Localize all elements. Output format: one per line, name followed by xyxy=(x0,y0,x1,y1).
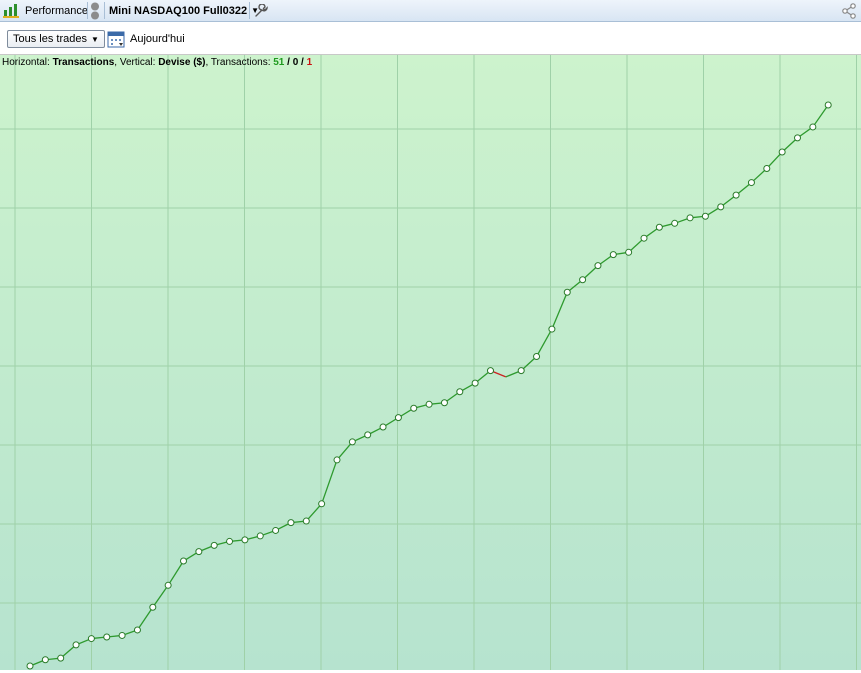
chart-info: Horizontal: Transactions, Vertical: Devi… xyxy=(2,57,312,68)
link-icon[interactable] xyxy=(90,0,100,21)
equity-point[interactable] xyxy=(640,234,648,242)
trade-filter-dropdown[interactable]: Tous les trades ▼ xyxy=(7,30,105,48)
equity-point[interactable] xyxy=(318,500,326,508)
equity-point[interactable] xyxy=(210,541,218,549)
equity-point[interactable] xyxy=(272,526,280,534)
calendar-icon xyxy=(107,31,125,48)
performance-tab-label: Performance xyxy=(25,4,88,17)
toolbar: Tous les trades ▼ Aujourd'hui xyxy=(0,22,861,55)
share-icon[interactable] xyxy=(841,0,857,21)
equity-point[interactable] xyxy=(57,654,65,662)
equity-point[interactable] xyxy=(686,214,694,222)
equity-point[interactable] xyxy=(809,123,817,131)
equity-point[interactable] xyxy=(149,603,157,611)
info-t-prefix: , Transactions: xyxy=(205,57,274,68)
equity-point[interactable] xyxy=(732,191,740,199)
equity-point[interactable] xyxy=(241,536,249,544)
equity-point[interactable] xyxy=(180,557,187,565)
info-slash: / xyxy=(298,57,307,68)
info-v-prefix: , Vertical: xyxy=(114,57,159,68)
equity-point[interactable] xyxy=(410,404,418,412)
strategy-dropdown[interactable]: Mini NASDAQ100 Full0322 ▼ xyxy=(109,0,259,21)
wins-count: 51 xyxy=(273,57,285,68)
equity-point[interactable] xyxy=(164,581,172,589)
performance-chart: Horizontal: Transactions, Vertical: Devi… xyxy=(0,55,861,670)
wrench-icon[interactable] xyxy=(254,0,268,21)
title-bar: Performance Mini NASDAQ100 Full0322 ▼ xyxy=(0,0,861,22)
equity-point[interactable] xyxy=(824,101,832,109)
equity-point[interactable] xyxy=(717,203,725,211)
equity-point[interactable] xyxy=(548,325,556,333)
equity-point[interactable] xyxy=(609,251,617,259)
equity-point[interactable] xyxy=(517,367,525,375)
equity-point[interactable] xyxy=(594,262,602,270)
chart-background xyxy=(0,55,861,670)
equity-point[interactable] xyxy=(256,532,264,540)
equity-point[interactable] xyxy=(425,400,433,408)
equity-point[interactable] xyxy=(625,248,633,256)
equity-point[interactable] xyxy=(226,537,234,545)
equity-point[interactable] xyxy=(287,519,295,527)
equity-point[interactable] xyxy=(103,633,111,641)
equity-point[interactable] xyxy=(26,662,34,670)
equity-point[interactable] xyxy=(333,456,341,464)
equity-point[interactable] xyxy=(794,134,801,142)
equity-point[interactable] xyxy=(87,635,95,643)
info-v-value: Devise ($) xyxy=(158,57,206,68)
equity-point[interactable] xyxy=(195,548,203,556)
equity-point[interactable] xyxy=(72,641,80,649)
bar-chart-icon xyxy=(3,3,19,18)
titlebar-divider xyxy=(104,2,105,19)
equity-point[interactable] xyxy=(533,353,541,361)
equity-point[interactable] xyxy=(471,379,479,387)
equity-point[interactable] xyxy=(579,276,587,284)
equity-point[interactable] xyxy=(394,414,402,422)
equity-point[interactable] xyxy=(348,438,356,446)
equity-point[interactable] xyxy=(487,367,494,375)
equity-point[interactable] xyxy=(763,164,771,172)
today-label: Aujourd'hui xyxy=(130,33,185,45)
info-slash: / xyxy=(284,57,293,68)
equity-point[interactable] xyxy=(563,288,571,296)
performance-tab[interactable]: Performance xyxy=(3,0,88,21)
equity-point[interactable] xyxy=(747,179,755,187)
equity-point[interactable] xyxy=(701,212,709,220)
equity-point[interactable] xyxy=(41,656,49,664)
trade-filter-label: Tous les trades xyxy=(13,33,87,45)
today-button[interactable]: Aujourd'hui xyxy=(107,30,185,48)
chart-svg xyxy=(0,55,861,670)
info-h-prefix: Horizontal: xyxy=(2,57,53,68)
equity-point[interactable] xyxy=(778,148,786,156)
losses-count: 1 xyxy=(306,57,313,68)
strategy-label: Mini NASDAQ100 Full0322 xyxy=(109,4,248,17)
equity-point[interactable] xyxy=(440,399,448,407)
info-h-value: Transactions xyxy=(52,57,115,68)
equity-point[interactable] xyxy=(379,423,387,431)
chevron-down-icon: ▼ xyxy=(90,34,99,44)
titlebar-divider xyxy=(87,2,88,19)
equity-point[interactable] xyxy=(118,631,126,639)
equity-point[interactable] xyxy=(456,388,464,396)
equity-point[interactable] xyxy=(364,431,372,439)
equity-point[interactable] xyxy=(133,626,141,634)
equity-point[interactable] xyxy=(302,517,310,525)
equity-point[interactable] xyxy=(655,223,663,231)
titlebar-divider xyxy=(249,2,250,19)
equity-point[interactable] xyxy=(671,219,679,227)
